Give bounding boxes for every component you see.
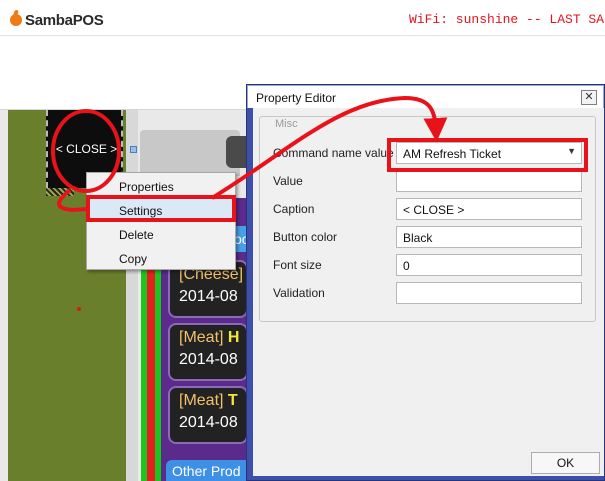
- product-date: 2014-08: [179, 288, 238, 305]
- product-category: [Meat]: [179, 392, 224, 409]
- product-name: T: [227, 392, 238, 409]
- flame-icon: [10, 14, 22, 26]
- menu-item-delete[interactable]: Delete: [87, 223, 235, 245]
- command-name-highlight: [387, 138, 588, 172]
- font-size-label: Font size: [273, 258, 322, 272]
- panel-divider: [126, 110, 138, 481]
- product-button[interactable]: [Meat] H 2014-08: [168, 323, 248, 381]
- button-color-field[interactable]: Black: [396, 226, 582, 248]
- validation-field[interactable]: [396, 282, 582, 304]
- product-date: 2014-08: [179, 351, 238, 368]
- marker-dot: [77, 307, 81, 311]
- caption-field[interactable]: < CLOSE >: [396, 198, 582, 220]
- product-name: H: [227, 329, 240, 346]
- logo-text: SambaPOS: [25, 11, 104, 29]
- other-products-button[interactable]: Other Prod: [166, 460, 248, 481]
- dialog-title: Property Editor: [256, 91, 337, 105]
- menu-item-properties[interactable]: Properties: [87, 175, 235, 197]
- group-label: Misc: [272, 118, 301, 130]
- screenshot-root: { "header": { "logo_text": "SambaPOS", "…: [0, 0, 605, 481]
- button-color-label: Button color: [273, 230, 338, 244]
- top-bar: SambaPOS WiFi: sunshine -- LAST SALE: [0, 0, 605, 36]
- dialog-title-bar[interactable]: Property Editor ✕: [247, 85, 604, 108]
- value-field[interactable]: [396, 170, 582, 192]
- close-icon[interactable]: ✕: [581, 90, 597, 105]
- category-tab[interactable]: [140, 130, 240, 176]
- value-label: Value: [273, 174, 303, 188]
- validation-label: Validation: [273, 286, 325, 300]
- command-name-label: Command name value: [273, 146, 394, 160]
- product-button[interactable]: [Meat] T 2014-08: [168, 386, 248, 444]
- settings-highlight: [86, 195, 236, 222]
- ok-button[interactable]: OK: [531, 452, 600, 474]
- product-category: [Meat]: [179, 329, 224, 346]
- close-button-label: < CLOSE >: [55, 142, 118, 156]
- selection-handle[interactable]: [130, 146, 137, 153]
- product-date: 2014-08: [179, 414, 238, 431]
- dark-tab[interactable]: [226, 136, 248, 168]
- menu-item-copy[interactable]: Copy: [87, 247, 235, 269]
- resize-hatch[interactable]: [46, 188, 74, 196]
- caption-label: Caption: [273, 202, 315, 216]
- font-size-field[interactable]: 0: [396, 254, 582, 276]
- status-ticker: WiFi: sunshine -- LAST SALE: [409, 12, 605, 27]
- sambapos-logo: SambaPOS: [10, 11, 104, 29]
